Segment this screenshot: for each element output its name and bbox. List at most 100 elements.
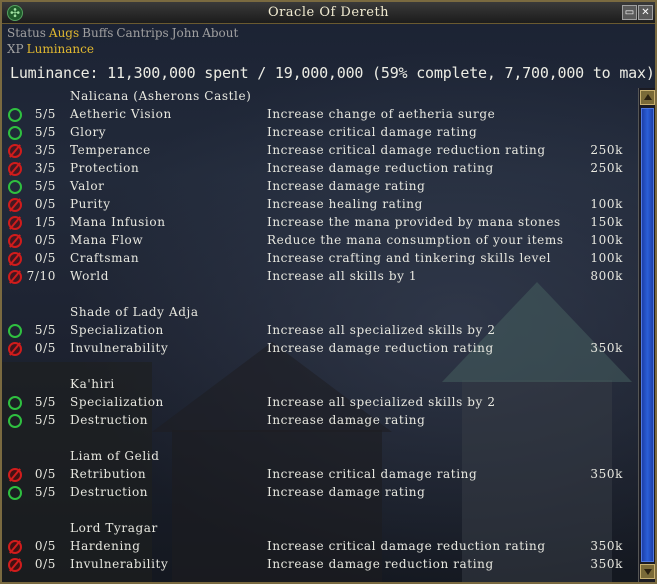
aug-name: Craftsman [70,251,140,265]
aug-row[interactable]: 1/5 Mana Infusion Increase the mana provid… [4,214,636,232]
aug-description: Increase critical damage reduction ratin… [267,539,546,553]
green-ring-icon [8,396,22,410]
green-ring-icon [8,414,22,428]
oracle-window: ✣ Oracle Of Dereth ▭ ✕ Status Augs Buffs Ca… [0,0,657,584]
aug-name: Glory [70,125,107,139]
tab-buffs[interactable]: Buffs [82,26,113,40]
tab-john[interactable]: John [172,26,200,40]
aug-count: 3/5 [34,143,56,157]
tab-status[interactable]: Status [7,26,46,40]
aug-description: Increase critical damage rating [267,467,478,481]
aug-description: Increase change of aetheria surge [267,107,496,121]
aug-name: Aetheric Vision [70,107,172,121]
group-header: Ka'hiri [4,376,636,394]
aug-row[interactable]: 5/5 Specialization Increase all specialize… [4,322,636,340]
aug-description: Increase damage reduction rating [267,557,494,571]
red-no-entry-icon [8,558,22,572]
aug-description: Increase the mana provided by mana stone… [267,215,561,229]
aug-name: Mana Infusion [70,215,166,229]
augmentation-list: Nalicana (Asherons Castle) 5/5 Aetheric Vi… [4,88,636,580]
aug-count: 5/5 [34,107,56,121]
aug-name: Hardening [70,539,141,553]
aug-description: Increase all specialized skills by 2 [267,323,496,337]
aug-row[interactable]: 0/5 Purity Increase healing rating 100k [4,196,636,214]
aug-row[interactable]: 3/5 Protection Increase damage reduction r… [4,160,636,178]
aug-description: Increase crafting and tinkering skills l… [267,251,552,265]
aug-row[interactable]: 5/5 Glory Increase critical damage rating [4,124,636,142]
aug-count: 0/5 [34,197,56,211]
group-header-label: Lord Tyragar [70,521,158,535]
aug-count: 1/5 [34,215,56,229]
aug-description: Increase critical damage rating [267,125,478,139]
tab-luminance[interactable]: Luminance [27,42,94,56]
green-ring-icon [8,324,22,338]
aug-description: Reduce the mana consumption of your item… [267,233,564,247]
aug-count: 0/5 [34,341,56,355]
aug-row[interactable]: 5/5 Specialization Increase all specialize… [4,394,636,412]
aug-row[interactable]: 0/5 Craftsman Increase crafting and tinker… [4,250,636,268]
aug-cost: 350k [590,539,623,553]
close-icon[interactable]: ✕ [638,5,653,20]
title-bar[interactable]: ✣ Oracle Of Dereth ▭ ✕ [2,2,655,24]
red-no-entry-icon [8,162,22,176]
aug-row[interactable]: 0/5 Hardening Increase critical damage red… [4,538,636,556]
aug-description: Increase damage reduction rating [267,341,494,355]
red-no-entry-icon [8,468,22,482]
aug-cost: 150k [590,215,623,229]
group-header: Nalicana (Asherons Castle) [4,88,636,106]
aug-row[interactable]: 0/5 Invulnerability Increase damage reduct… [4,340,636,358]
aug-count: 0/5 [34,251,56,265]
aug-count: 0/5 [34,539,56,553]
aug-cost: 350k [590,341,623,355]
group-header: Lord Tyragar [4,520,636,538]
aug-row[interactable]: 0/5 Retribution Increase critical damage r… [4,466,636,484]
aug-count: 0/5 [34,557,56,571]
aug-description: Increase damage rating [267,413,426,427]
aug-count: 5/5 [34,179,56,193]
minimize-icon[interactable]: ▭ [622,5,637,20]
aug-row[interactable]: 5/5 Destruction Increase damage rating [4,412,636,430]
green-ring-icon [8,180,22,194]
aug-name: Destruction [70,413,149,427]
aug-count: 3/5 [34,161,56,175]
green-ring-icon [8,108,22,122]
red-no-entry-icon [8,216,22,230]
aug-count: 5/5 [34,395,56,409]
aug-row[interactable]: 5/5 Valor Increase damage rating [4,178,636,196]
aug-cost: 100k [590,233,623,247]
aug-name: Specialization [70,395,164,409]
aug-row[interactable]: 0/5 Mana Flow Reduce the mana consumption … [4,232,636,250]
aug-name: Temperance [70,143,151,157]
tab-xp[interactable]: XP [7,42,24,56]
tab-cantrips[interactable]: Cantrips [116,26,168,40]
group-header-label: Ka'hiri [70,377,115,391]
tab-augs[interactable]: Augs [49,26,79,40]
luminance-summary: Luminance: 11,300,000 spent / 19,000,000… [10,64,655,82]
aug-description: Increase damage rating [267,485,426,499]
red-no-entry-icon [8,234,22,248]
aug-count: 0/5 [34,233,56,247]
aug-cost: 250k [590,161,623,175]
aug-cost: 800k [590,269,623,283]
tab-bar-primary: Status Augs Buffs Cantrips John About [7,26,241,40]
aug-row[interactable]: 3/5 Temperance Increase critical damage re… [4,142,636,160]
tab-about[interactable]: About [202,26,238,40]
aug-row[interactable]: 7/10 World Increase all skills by 1 800k [4,268,636,286]
aug-row[interactable]: 5/5 Aetheric Vision Increase change of aet… [4,106,636,124]
aug-row[interactable]: 0/5 Invulnerability Increase damage reduct… [4,556,636,574]
red-no-entry-icon [8,270,22,284]
red-no-entry-icon [8,540,22,554]
aug-count: 7/10 [26,269,56,283]
aug-name: Purity [70,197,111,211]
scroll-up-icon[interactable] [640,90,655,105]
scroll-thumb[interactable] [641,108,654,562]
aug-row[interactable]: 5/5 Destruction Increase damage rating [4,484,636,502]
aug-description: Increase healing rating [267,197,423,211]
scroll-down-icon[interactable] [640,564,655,579]
red-no-entry-icon [8,252,22,266]
group-header-label: Shade of Lady Adja [70,305,199,319]
aug-name: Retribution [70,467,147,481]
aug-name: Mana Flow [70,233,144,247]
aug-description: Increase damage reduction rating [267,161,494,175]
scrollbar[interactable] [638,88,655,582]
